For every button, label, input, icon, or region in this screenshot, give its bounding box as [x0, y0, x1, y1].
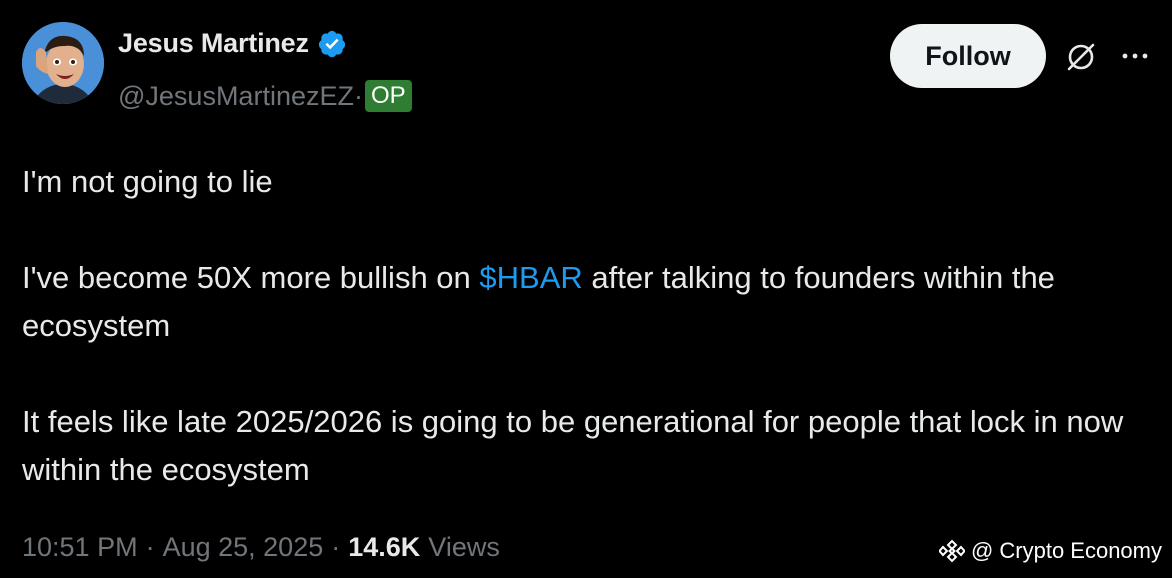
verified-badge-icon[interactable]: [317, 29, 347, 59]
tweet-card: Jesus Martinez @JesusMartinezEZ · OP Fol…: [0, 0, 1172, 578]
tweet-paragraph: It feels like late 2025/2026 is going to…: [22, 404, 1124, 487]
tweet-date[interactable]: Aug 25, 2025: [163, 532, 324, 563]
hbar-cashtag-link[interactable]: $HBAR: [479, 260, 582, 295]
tweet-text: I've become 50X more bullish on: [22, 260, 480, 295]
meta-separator: ·: [331, 532, 341, 562]
tweet-meta: 10:51 PM · Aug 25, 2025 · 14.6K Views: [22, 532, 500, 563]
meta-separator: ·: [145, 532, 155, 562]
watermark-text: @ Crypto Economy: [970, 538, 1162, 563]
more-dots-icon[interactable]: [1118, 44, 1152, 68]
tweet-time[interactable]: 10:51 PM: [22, 532, 138, 563]
op-badge: OP: [364, 80, 412, 112]
tweet-paragraph: I've become 50X more bullish on $HBAR af…: [22, 254, 1152, 350]
handle-separator: ·: [353, 80, 363, 111]
tweet-body: I'm not going to lie I've become 50X mor…: [22, 158, 1152, 494]
author-name-row: Jesus Martinez: [118, 28, 347, 59]
watermark: @ Crypto Economy: [938, 538, 1162, 564]
author-handle[interactable]: @JesusMartinezEZ: [118, 81, 354, 112]
author-handle-row: @JesusMartinezEZ · OP: [118, 80, 412, 112]
tweet-paragraph: I'm not going to lie: [22, 164, 273, 199]
binance-diamond-icon: [938, 538, 966, 564]
author-display-name[interactable]: Jesus Martinez: [118, 28, 309, 59]
avatar[interactable]: [22, 22, 104, 104]
views-count: 14.6K: [348, 532, 421, 562]
grok-icon[interactable]: [1064, 40, 1098, 74]
follow-button[interactable]: Follow: [890, 24, 1046, 88]
views-label: Views: [428, 532, 500, 562]
